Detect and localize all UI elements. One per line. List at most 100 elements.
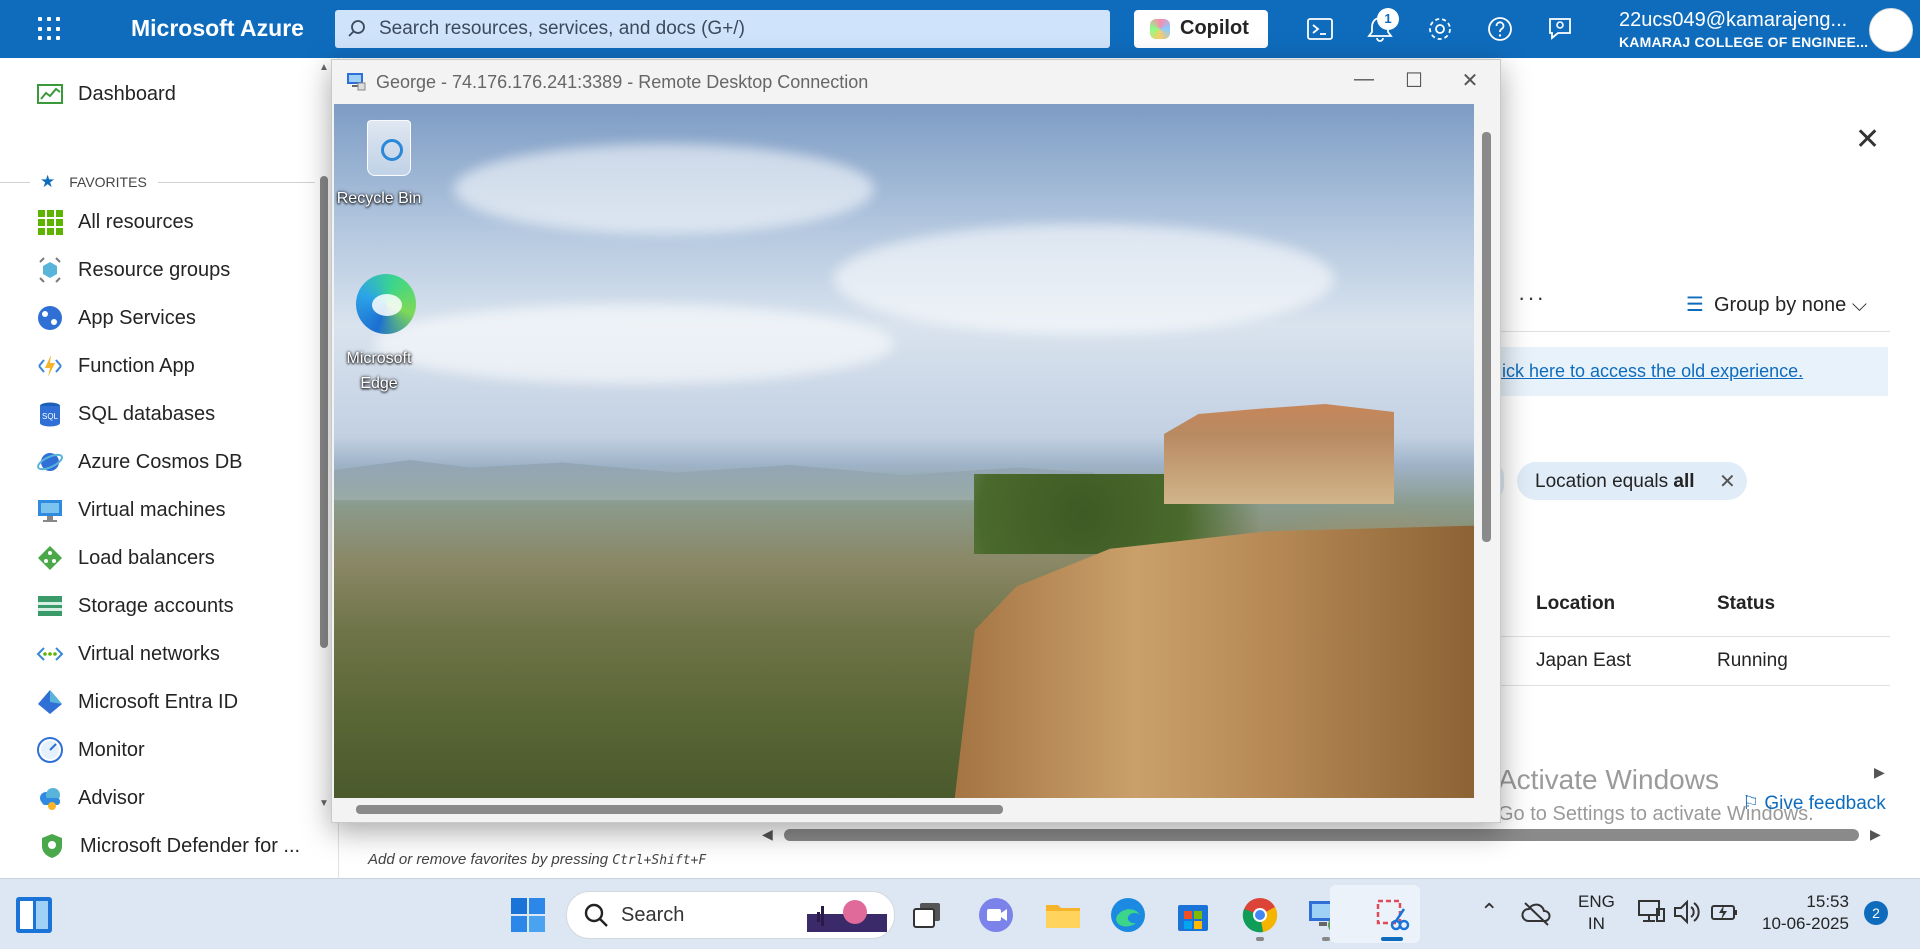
planet-icon	[37, 453, 63, 471]
sidebar-item-load-balancers[interactable]: Load balancers	[36, 543, 215, 573]
remote-desktop-wallpaper[interactable]: Recycle Bin Microsoft Edge	[334, 104, 1474, 798]
clock-date: 10-06-2025	[1762, 914, 1849, 933]
sidebar-item-label: Resource groups	[78, 258, 231, 281]
search-icon	[348, 20, 365, 37]
snipping-tool-icon[interactable]	[1372, 895, 1412, 935]
old-experience-link[interactable]: lick here to access the old experience.	[1498, 361, 1803, 382]
close-blade-icon[interactable]: ✕	[1855, 122, 1880, 157]
system-clock[interactable]: 15:53 10-06-2025	[1762, 891, 1849, 935]
clock-time: 15:53	[1806, 892, 1849, 911]
location-filter-pill[interactable]: Location equals all ✕	[1517, 462, 1747, 500]
old-experience-banner: lick here to access the old experience.	[1490, 347, 1888, 396]
monitor-icon	[38, 500, 62, 522]
minimize-button[interactable]: —	[1344, 68, 1384, 96]
task-view-icon[interactable]	[908, 895, 948, 935]
sidebar-scrollbar[interactable]	[320, 176, 328, 648]
give-feedback-link[interactable]: ⚐ Give feedback	[1742, 792, 1886, 815]
help-icon[interactable]	[1485, 14, 1515, 44]
sidebar-item-function-app[interactable]: Function App	[36, 351, 195, 381]
gauge-icon	[37, 737, 63, 763]
portal-menu-icon[interactable]	[38, 17, 62, 41]
volume-icon[interactable]	[1672, 897, 1702, 927]
search-placeholder: Search resources, services, and docs (G+…	[379, 18, 745, 39]
entra-icon	[38, 690, 62, 714]
storage-icon	[38, 596, 62, 616]
edge-browser-icon[interactable]	[1108, 895, 1148, 935]
chevron-up-icon[interactable]: ⌃	[1480, 899, 1498, 925]
windows-taskbar: Search ⌃ ENG IN 15:53 10-06-2025 2	[0, 878, 1920, 949]
page-right-arrow[interactable]: ▶	[1874, 764, 1885, 781]
taskbar-search-label: Search	[621, 904, 685, 926]
sidebar-item-all-resources[interactable]: All resources	[36, 207, 194, 237]
sidebar-item-virtual-networks[interactable]: Virtual networks	[36, 639, 220, 669]
cloud-shell-icon[interactable]	[1305, 14, 1335, 44]
sidebar-item-cosmos-db[interactable]: Azure Cosmos DB	[36, 447, 243, 477]
scroll-left-arrow[interactable]: ◀	[762, 826, 773, 843]
brand-title[interactable]: Microsoft Azure	[131, 15, 304, 42]
star-icon: ★	[40, 172, 56, 191]
desktop-icon-label: Microsoft Edge	[346, 350, 412, 392]
file-explorer-icon[interactable]	[1043, 895, 1083, 935]
sidebar-item-dashboard[interactable]: Dashboard	[36, 79, 176, 109]
list-icon: ☰	[1686, 294, 1704, 316]
network-icon[interactable]	[1636, 897, 1666, 927]
sidebar-item-resource-groups[interactable]: Resource groups	[36, 255, 230, 285]
widgets-icon[interactable]	[14, 895, 54, 935]
more-options-icon[interactable]: ···	[1518, 285, 1546, 311]
sql-icon: SQL	[40, 402, 60, 427]
rdp-horizontal-scrollbar[interactable]	[356, 805, 1003, 814]
divider	[0, 182, 30, 183]
divider	[158, 182, 315, 183]
column-header-status[interactable]: Status	[1717, 593, 1775, 615]
sidebar-item-label: App Services	[78, 306, 196, 329]
sidebar-item-label: Dashboard	[78, 82, 176, 105]
microsoft-store-icon[interactable]	[1173, 895, 1213, 935]
chrome-icon[interactable]	[1240, 895, 1280, 935]
rdp-vertical-scrollbar[interactable]	[1482, 132, 1491, 542]
notification-center-badge[interactable]: 2	[1864, 901, 1888, 925]
sidebar-item-advisor[interactable]: Advisor	[36, 783, 145, 813]
settings-gear-icon[interactable]	[1425, 14, 1455, 44]
scroll-right-arrow[interactable]: ▶	[1870, 826, 1881, 843]
scroll-down-arrow[interactable]: ▼	[319, 798, 329, 809]
remove-filter-icon[interactable]: ✕	[1719, 469, 1736, 494]
sidebar-item-monitor[interactable]: Monitor	[36, 735, 145, 765]
column-header-location[interactable]: Location	[1536, 593, 1615, 615]
desktop-icon-recycle-bin[interactable]: Recycle Bin	[334, 108, 424, 218]
battery-charging-icon[interactable]	[1710, 897, 1740, 927]
teams-meet-icon[interactable]	[976, 895, 1016, 935]
feedback-icon[interactable]	[1545, 14, 1575, 44]
scroll-up-arrow[interactable]: ▲	[319, 62, 329, 73]
copilot-button[interactable]: Copilot	[1134, 10, 1268, 48]
language-indicator[interactable]: ENG IN	[1578, 891, 1615, 935]
rdp-title-bar[interactable]: George - 74.176.176.241:3389 - Remote De…	[332, 60, 1500, 104]
sidebar-item-virtual-machines[interactable]: Virtual machines	[36, 495, 225, 525]
sidebar-item-label: Monitor	[78, 738, 145, 761]
sidebar-item-label: Storage accounts	[78, 594, 234, 617]
avatar[interactable]	[1869, 8, 1913, 52]
active-indicator	[1381, 937, 1403, 941]
sidebar-item-label: Function App	[78, 354, 195, 377]
start-icon[interactable]	[508, 895, 548, 935]
close-button[interactable]: ✕	[1450, 68, 1490, 96]
global-search-input[interactable]: Search resources, services, and docs (G+…	[335, 10, 1110, 48]
maximize-button[interactable]: ☐	[1394, 68, 1434, 96]
sidebar-item-defender[interactable]: Microsoft Defender for ...	[38, 831, 300, 861]
sidebar-item-entra-id[interactable]: Microsoft Entra ID	[36, 687, 238, 717]
onedrive-offline-icon[interactable]	[1520, 897, 1554, 931]
horizontal-scrollbar[interactable]	[784, 829, 1859, 841]
taskbar-search[interactable]: Search	[566, 891, 895, 939]
desktop-icon-edge[interactable]: Microsoft Edge	[334, 266, 424, 396]
sidebar-item-sql-databases[interactable]: SQL SQL databases	[36, 399, 215, 429]
divider	[1490, 331, 1890, 332]
sidebar-item-label: Load balancers	[78, 546, 215, 569]
favorites-header: ★ FAVORITES	[40, 172, 147, 191]
group-by-dropdown[interactable]: ☰ Group by none ⌵	[1686, 292, 1867, 317]
dashboard-icon	[37, 84, 63, 104]
sidebar-item-app-services[interactable]: App Services	[36, 303, 196, 333]
account-info[interactable]: 22ucs049@kamarajeng... KAMARAJ COLLEGE O…	[1619, 9, 1868, 50]
remote-desktop-window[interactable]: George - 74.176.176.241:3389 - Remote De…	[331, 59, 1501, 823]
desktop-icon-label: Recycle Bin	[336, 190, 422, 207]
sidebar-item-storage-accounts[interactable]: Storage accounts	[36, 591, 234, 621]
divider	[1490, 685, 1890, 686]
